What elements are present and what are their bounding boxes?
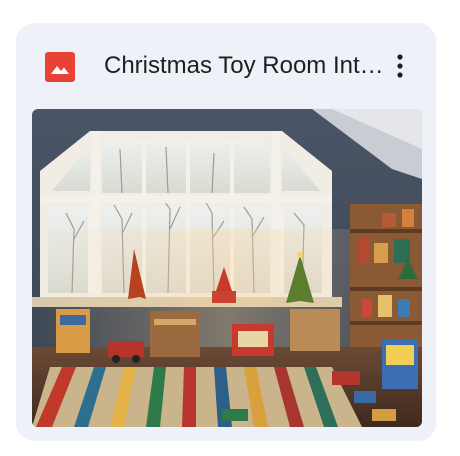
christmas-toy-room-image	[32, 109, 422, 427]
image-file-icon	[45, 52, 75, 82]
more-vertical-icon	[397, 54, 403, 78]
file-title: Christmas Toy Room Interior.jpg	[104, 52, 386, 79]
more-options-button[interactable]	[382, 47, 418, 87]
file-card-header: Christmas Toy Room Interior.jpg	[16, 23, 436, 109]
file-card[interactable]: Christmas Toy Room Interior.jpg	[16, 23, 436, 441]
file-thumbnail[interactable]	[32, 109, 422, 427]
